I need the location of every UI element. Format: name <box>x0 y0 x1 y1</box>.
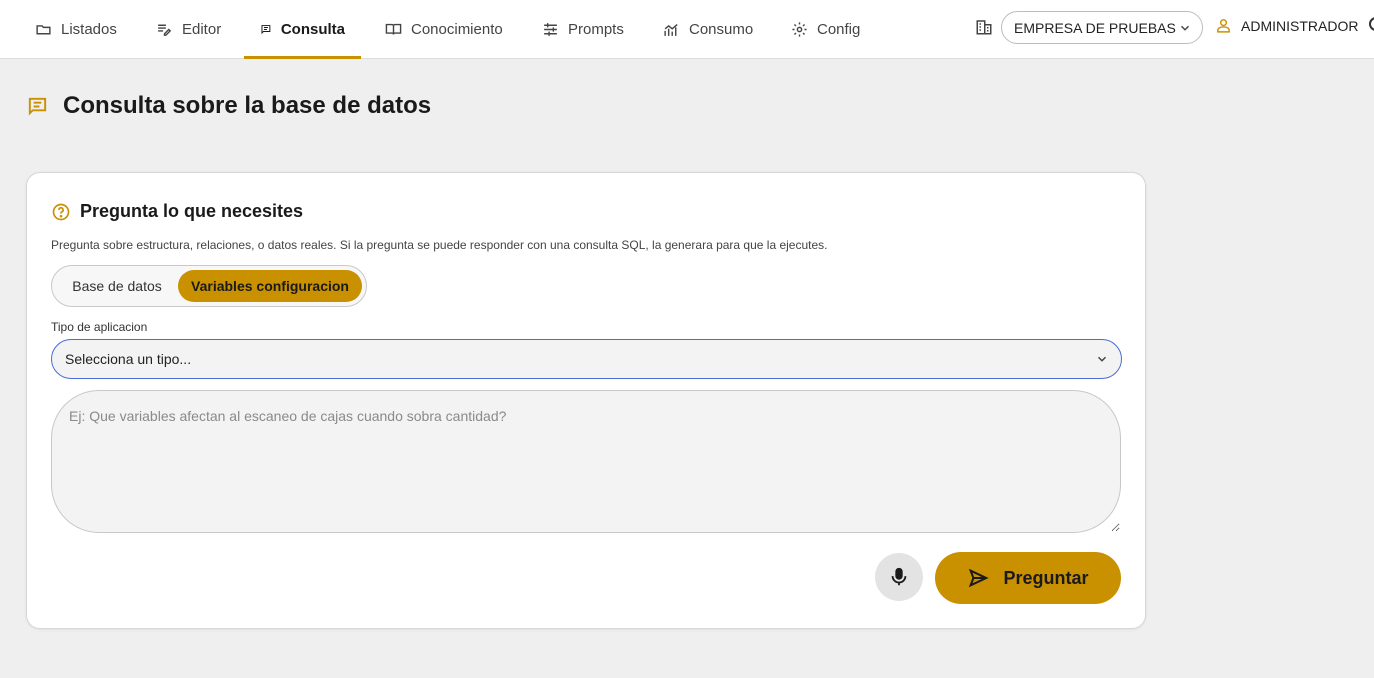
tab-consulta[interactable]: Consulta <box>244 0 361 59</box>
tab-label: Consumo <box>689 20 754 38</box>
chevron-down-icon <box>1097 356 1107 362</box>
gear-icon <box>792 21 807 37</box>
tab-prompts[interactable]: Prompts <box>526 0 640 58</box>
sliders-icon <box>544 22 557 36</box>
tab-editor[interactable]: Editor <box>140 0 237 58</box>
query-card: Pregunta lo que necesites Pregunta sobre… <box>26 172 1146 629</box>
segment-variables-configuracion[interactable]: Variables configuracion <box>178 270 362 302</box>
tab-label: Prompts <box>568 20 624 38</box>
building-icon <box>976 20 992 35</box>
user-name: ADMINISTRADOR <box>1241 17 1359 34</box>
tab-label: Listados <box>61 20 117 38</box>
tab-label: Editor <box>182 20 222 38</box>
chat-icon <box>261 24 271 34</box>
ask-button[interactable]: Preguntar <box>935 552 1121 604</box>
tab-label: Conocimiento <box>411 20 503 38</box>
tab-config[interactable]: Config <box>775 0 876 58</box>
card-title: Pregunta lo que necesites <box>80 201 304 221</box>
company-select[interactable]: EMPRESA DE PRUEBAS <box>1001 11 1203 44</box>
mic-button[interactable] <box>875 553 923 601</box>
company-value: EMPRESA DE PRUEBAS <box>1014 19 1176 36</box>
edit-note-icon <box>158 24 172 36</box>
help-icon <box>52 203 70 220</box>
type-label: Tipo de aplicacion <box>51 320 148 334</box>
tab-listados[interactable]: Listados <box>19 0 133 58</box>
logout-icon[interactable] <box>1369 17 1374 31</box>
tab-label: Config <box>817 20 861 38</box>
page-header: Consulta sobre la base de datos <box>26 92 431 120</box>
tab-consumo[interactable]: Consumo <box>647 0 769 58</box>
ask-button-label: Preguntar <box>1003 567 1089 588</box>
chart-icon <box>664 23 678 36</box>
send-icon <box>969 568 990 588</box>
top-navigation: Listados Editor Consulta Conocimiento Pr… <box>0 0 1374 59</box>
page-title: Consulta sobre la base de datos <box>63 92 432 119</box>
book-icon <box>385 23 402 35</box>
type-select[interactable]: Selecciona un tipo... <box>51 339 1122 379</box>
type-select-value: Selecciona un tipo... <box>65 351 192 367</box>
segment-base-de-datos[interactable]: Base de datos <box>57 270 177 302</box>
card-header: Pregunta lo que necesites <box>51 201 303 222</box>
card-description: Pregunta sobre estructura, relaciones, o… <box>51 238 828 252</box>
user-menu[interactable]: ADMINISTRADOR <box>1215 17 1358 34</box>
tab-conocimiento[interactable]: Conocimiento <box>369 0 519 58</box>
chat-icon <box>28 97 47 116</box>
question-input[interactable] <box>51 390 1121 533</box>
source-toggle: Base de datos Variables configuracion <box>51 265 367 307</box>
microphone-icon <box>891 567 907 586</box>
tab-label: Consulta <box>280 20 345 38</box>
user-icon <box>1217 19 1230 33</box>
folder-icon <box>36 24 51 34</box>
chevron-down-icon <box>1180 25 1190 31</box>
